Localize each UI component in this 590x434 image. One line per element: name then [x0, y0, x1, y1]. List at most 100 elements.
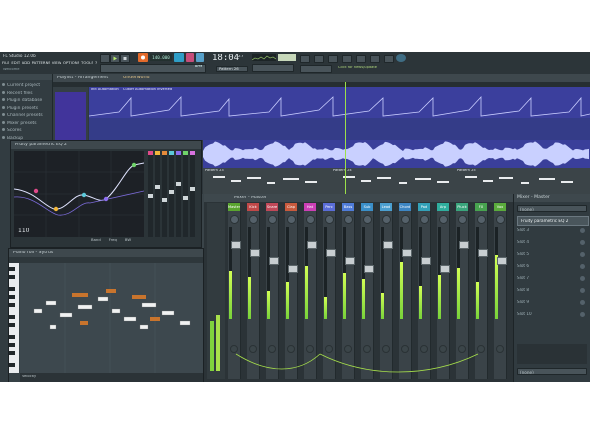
browser-item[interactable]: Plugin presets: [2, 105, 50, 113]
pan-knob[interactable]: [401, 215, 410, 224]
metronome-button[interactable]: [174, 53, 184, 62]
mixer-channel-label[interactable]: Kick: [247, 203, 259, 211]
inspector-preset[interactable]: (none): [517, 205, 587, 212]
volume-fader[interactable]: [459, 241, 469, 249]
browser-item[interactable]: Mixer presets: [2, 120, 50, 128]
eq-band-slider[interactable]: [155, 151, 160, 237]
menu-edit[interactable]: EDIT: [11, 61, 19, 67]
mixer-channel-label[interactable]: Pad: [418, 203, 430, 211]
wait-input-button[interactable]: [186, 53, 194, 62]
pattern-clip-lane[interactable]: Pattern 23 Pattern 24 Pattern 25: [203, 168, 590, 194]
pan-knob[interactable]: [496, 215, 505, 224]
mixer-channel-label[interactable]: FX: [475, 203, 487, 211]
volume-fader[interactable]: [288, 265, 298, 273]
eq-band-slider[interactable]: [183, 151, 188, 237]
tempo-display[interactable]: 140.000: [150, 54, 172, 61]
effect-slot[interactable]: Slot 6: [517, 264, 587, 271]
volume-fader[interactable]: [497, 257, 507, 265]
eq-band-handle[interactable]: [155, 185, 160, 189]
effect-slot-1[interactable]: Fruity parametric EQ 2: [517, 216, 589, 226]
effect-slot[interactable]: Slot 8: [517, 288, 587, 295]
volume-fader[interactable]: [402, 249, 412, 257]
effect-slot[interactable]: Slot 7: [517, 276, 587, 283]
mixer-channel-label[interactable]: Lead: [380, 203, 392, 211]
time-display[interactable]: 18:04: [212, 54, 240, 64]
menu-help[interactable]: ?: [95, 61, 97, 67]
volume-fader[interactable]: [269, 257, 279, 265]
velocity-lane[interactable]: Velocity: [20, 373, 203, 382]
stop-button[interactable]: [120, 54, 130, 63]
effect-slot[interactable]: Slot 9: [517, 300, 587, 307]
online-toggle[interactable]: [300, 65, 332, 73]
pan-knob[interactable]: [344, 215, 353, 224]
slot-enable-icon[interactable]: [580, 228, 585, 233]
mixer-channel-label[interactable]: Clap: [285, 203, 297, 211]
mixer-channel-label[interactable]: Bass: [342, 203, 354, 211]
mixer-channel-label[interactable]: Perc: [323, 203, 335, 211]
plugin-picker-icon[interactable]: [370, 55, 380, 63]
mixer-shortcut-icon[interactable]: [342, 55, 352, 63]
countdown-button[interactable]: [196, 53, 204, 62]
volume-fader[interactable]: [364, 265, 374, 273]
volume-fader[interactable]: [478, 249, 488, 257]
volume-fader[interactable]: [307, 241, 317, 249]
volume-fader[interactable]: [345, 257, 355, 265]
eq-band-slider[interactable]: [190, 151, 195, 237]
pan-knob[interactable]: [382, 215, 391, 224]
record-button[interactable]: [138, 53, 148, 62]
pan-knob[interactable]: [420, 215, 429, 224]
volume-fader[interactable]: [383, 241, 393, 249]
automation-clip-lane-2[interactable]: [89, 118, 590, 140]
note-grid[interactable]: [20, 263, 203, 373]
eq-band-slider[interactable]: [169, 151, 174, 237]
eq-band-handle[interactable]: [169, 189, 174, 194]
pianoroll-shortcut-icon[interactable]: [314, 55, 324, 63]
eq-band-handle[interactable]: [183, 195, 188, 200]
eq-band-slider[interactable]: [148, 151, 153, 237]
eq-band-slider[interactable]: [162, 151, 167, 237]
slot-enable-icon[interactable]: [580, 300, 585, 305]
mixer-channel-label[interactable]: Chord: [399, 203, 411, 211]
pan-knob[interactable]: [458, 215, 467, 224]
output-selector[interactable]: (none): [517, 368, 587, 375]
volume-fader[interactable]: [421, 257, 431, 265]
automation-clip-lane[interactable]: Init Automation Cutoff Automation Invert…: [89, 87, 590, 118]
pan-knob[interactable]: [268, 215, 277, 224]
eq-band-slider[interactable]: [176, 151, 181, 237]
browser-shortcut-icon[interactable]: [356, 55, 366, 63]
volume-fader[interactable]: [231, 241, 241, 249]
effect-slot[interactable]: Slot 4: [517, 240, 587, 247]
effect-slot[interactable]: Slot 10: [517, 312, 587, 319]
slot-enable-icon[interactable]: [580, 288, 585, 293]
pan-knob[interactable]: [325, 215, 334, 224]
menu-patterns[interactable]: PATTERNS: [32, 61, 50, 67]
pan-knob[interactable]: [287, 215, 296, 224]
effect-slot[interactable]: Slot 3: [517, 228, 587, 235]
mixer-channel-label[interactable]: Pluck: [456, 203, 468, 211]
menu-view[interactable]: VIEW: [52, 61, 61, 67]
browser-item[interactable]: Recent files: [2, 90, 50, 98]
mixer-channel-label[interactable]: Hat: [304, 203, 316, 211]
mixer-channel-label[interactable]: Sub: [361, 203, 373, 211]
snap-selector[interactable]: [252, 64, 294, 72]
eq-band-handle[interactable]: [190, 187, 195, 192]
eq-band-handle[interactable]: [176, 182, 181, 186]
menu-file[interactable]: FILE: [2, 61, 9, 67]
volume-fader[interactable]: [250, 249, 260, 257]
eq-band-handle[interactable]: [162, 198, 167, 203]
effect-slot[interactable]: Slot 5: [517, 252, 587, 259]
eq-mini-section[interactable]: [517, 344, 587, 364]
pan-knob[interactable]: [249, 215, 258, 224]
browser-item[interactable]: Channel presets: [2, 113, 50, 120]
tempo-tapper-icon[interactable]: [384, 55, 394, 63]
pattern-song-toggle[interactable]: [100, 54, 110, 63]
online-news[interactable]: Click for news/update: [338, 66, 393, 71]
channelrack-shortcut-icon[interactable]: [328, 55, 338, 63]
slot-enable-icon[interactable]: [580, 312, 585, 317]
pan-knob[interactable]: [439, 215, 448, 224]
pan-knob[interactable]: [363, 215, 372, 224]
menu-tools[interactable]: TOOLS: [81, 61, 93, 67]
pan-knob[interactable]: [477, 215, 486, 224]
playlist-breadcrumb[interactable]: Underworld: [123, 76, 173, 81]
playhead[interactable]: [345, 82, 346, 194]
